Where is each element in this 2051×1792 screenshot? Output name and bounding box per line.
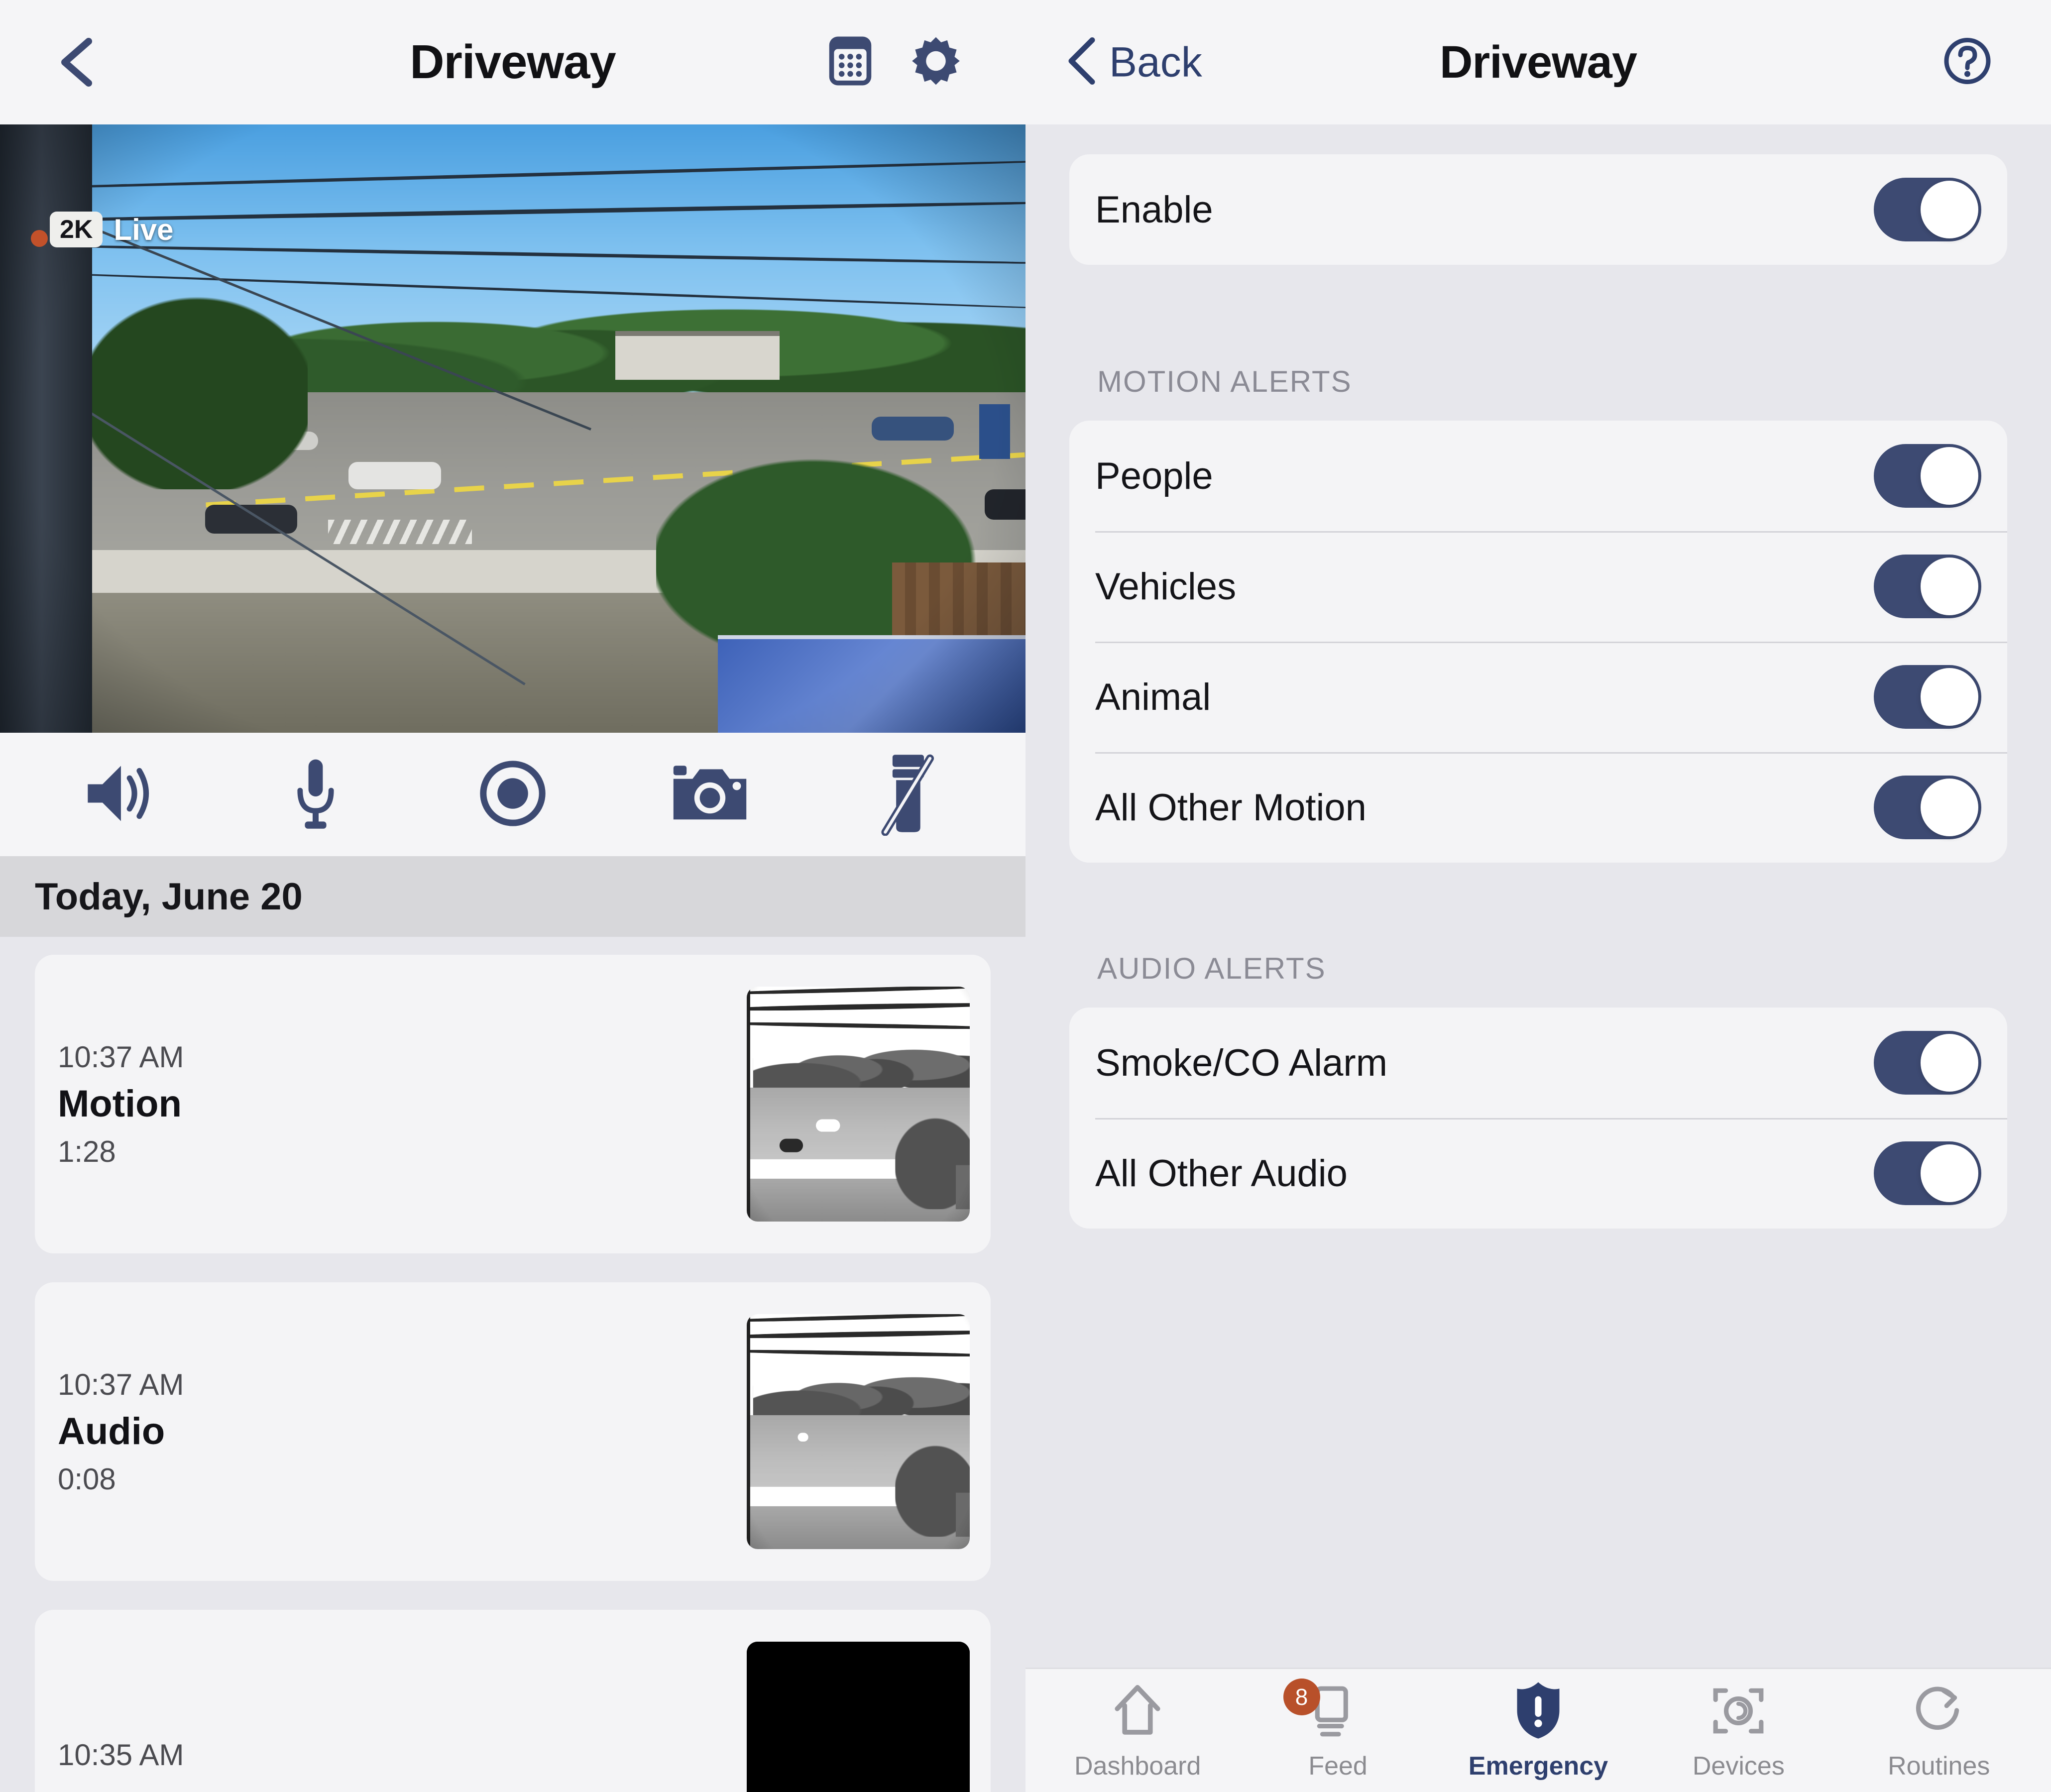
feed-badge: 8 [1283,1678,1320,1715]
section-header-motion-alerts: MOTION ALERTS [1097,365,1352,398]
thumbnail-scene [747,1314,970,1549]
tab-label: Dashboard [1074,1751,1201,1781]
left-header: Driveway [0,0,1026,124]
record-button[interactable] [460,750,565,839]
toggle-all-other-motion[interactable] [1874,776,1981,839]
shield-alert-icon [1513,1680,1563,1740]
enable-card: Enable [1069,154,2007,265]
settings-row-all-other-motion[interactable]: All Other Motion [1069,752,2007,863]
camera-control-bar [0,733,1026,856]
tab-label: Feed [1308,1751,1367,1781]
tab-dashboard[interactable]: Dashboard [1053,1680,1222,1781]
event-thumbnail[interactable] [747,1314,970,1549]
row-label: People [1095,454,1213,497]
flashlight-off-icon [876,751,938,838]
settings-row-smoke-co-alarm[interactable]: Smoke/CO Alarm [1069,1008,2007,1118]
tab-feed[interactable]: 8 Feed [1253,1678,1423,1781]
tab-label: Emergency [1468,1751,1608,1781]
row-label: Enable [1095,188,1213,231]
routines-icon [1911,1680,1967,1740]
question-circle-icon [1942,38,1992,88]
event-duration: 1:28 [58,1134,116,1168]
motion-alerts-card: People Vehicles Animal All Other Motion [1069,421,2007,863]
calendar-icon[interactable] [826,35,874,90]
toggle-enable[interactable] [1874,178,1981,241]
tab-label: Routines [1888,1751,1990,1781]
event-meta: 10:35 AM [35,1738,747,1781]
audio-alerts-card: Smoke/CO Alarm All Other Audio [1069,1008,2007,1229]
toggle-animal[interactable] [1874,665,1981,729]
settings-row-people[interactable]: People [1069,421,2007,531]
recording-indicator-dot [31,230,48,247]
record-icon [477,758,548,831]
settings-row-enable[interactable]: Enable [1069,154,2007,265]
devices-icon [1710,1680,1766,1740]
microphone-icon [292,755,340,835]
back-button[interactable]: Back [1065,36,1202,89]
back-label: Back [1109,38,1202,86]
notification-settings-panel: Back Driveway Enable MOTION ALERTS Peopl… [1026,0,2051,1792]
section-header-audio-alerts: AUDIO ALERTS [1097,952,1326,985]
right-header: Back Driveway [1026,0,2051,124]
back-chevron-icon [1065,36,1100,89]
tab-emergency[interactable]: Emergency [1454,1680,1623,1781]
row-label: All Other Motion [1095,786,1367,829]
toggle-vehicles[interactable] [1874,555,1981,618]
live-label: Live [114,213,174,246]
resolution-chip: 2K [50,212,103,247]
speaker-icon [82,760,155,830]
row-label: Smoke/CO Alarm [1095,1041,1388,1084]
event-meta: 10:37 AM Motion 1:28 [35,1040,747,1169]
help-button[interactable] [1942,36,1992,89]
event-time: 10:37 AM [58,1367,184,1401]
thumbnail-scene [747,987,970,1222]
event-type: Motion [58,1082,182,1125]
row-label: Vehicles [1095,565,1237,608]
event-duration: 0:08 [58,1462,116,1496]
event-date-label: Today, June 20 [35,875,303,918]
event-list: 10:37 AM Motion 1:28 10:37 AM Audio 0:08… [0,937,1026,1792]
speaker-button[interactable] [66,750,171,839]
settings-row-animal[interactable]: Animal [1069,642,2007,752]
event-thumbnail[interactable] [747,1642,970,1792]
event-list-item[interactable]: 10:37 AM Motion 1:28 [35,955,991,1253]
toggle-smoke-co-alarm[interactable] [1874,1031,1981,1095]
event-time: 10:35 AM [58,1738,184,1772]
settings-body: Enable MOTION ALERTS People Vehicles Ani… [1026,124,2051,1229]
tab-devices[interactable]: Devices [1654,1680,1823,1781]
bottom-tab-bar: Dashboard 8 Feed Emergency Devices Routi… [1026,1668,2051,1792]
settings-row-vehicles[interactable]: Vehicles [1069,531,2007,642]
home-icon [1111,1680,1164,1740]
thumbnail-scene [747,1642,970,1792]
gear-icon[interactable] [910,35,962,90]
tab-label: Devices [1692,1751,1785,1781]
flashlight-button[interactable] [855,750,959,839]
event-meta: 10:37 AM Audio 0:08 [35,1367,747,1496]
row-label: All Other Audio [1095,1152,1348,1195]
toggle-all-other-audio[interactable] [1874,1141,1981,1205]
back-chevron-icon[interactable] [55,37,100,87]
toggle-people[interactable] [1874,444,1981,508]
event-date-header: Today, June 20 [0,856,1026,937]
snapshot-button[interactable] [658,750,762,839]
event-time: 10:37 AM [58,1040,184,1074]
row-label: Animal [1095,675,1211,718]
feed-icon: 8 [1283,1678,1366,1740]
microphone-button[interactable] [263,750,368,839]
settings-row-all-other-audio[interactable]: All Other Audio [1069,1118,2007,1229]
live-video[interactable]: 2K Live [0,124,1026,733]
tab-routines[interactable]: Routines [1854,1680,2024,1781]
event-list-item[interactable]: 10:35 AM [35,1610,991,1792]
camera-icon [671,762,749,827]
left-header-actions [826,35,962,90]
event-type: Audio [58,1410,165,1453]
event-thumbnail[interactable] [747,987,970,1222]
app-screen: Driveway 2K Live Today, June 20 10:37 AM… [0,0,2051,1792]
camera-live-panel: Driveway 2K Live Today, June 20 10:37 AM… [0,0,1026,1792]
live-status-badge: 2K Live [50,212,174,247]
event-list-item[interactable]: 10:37 AM Audio 0:08 [35,1282,991,1581]
